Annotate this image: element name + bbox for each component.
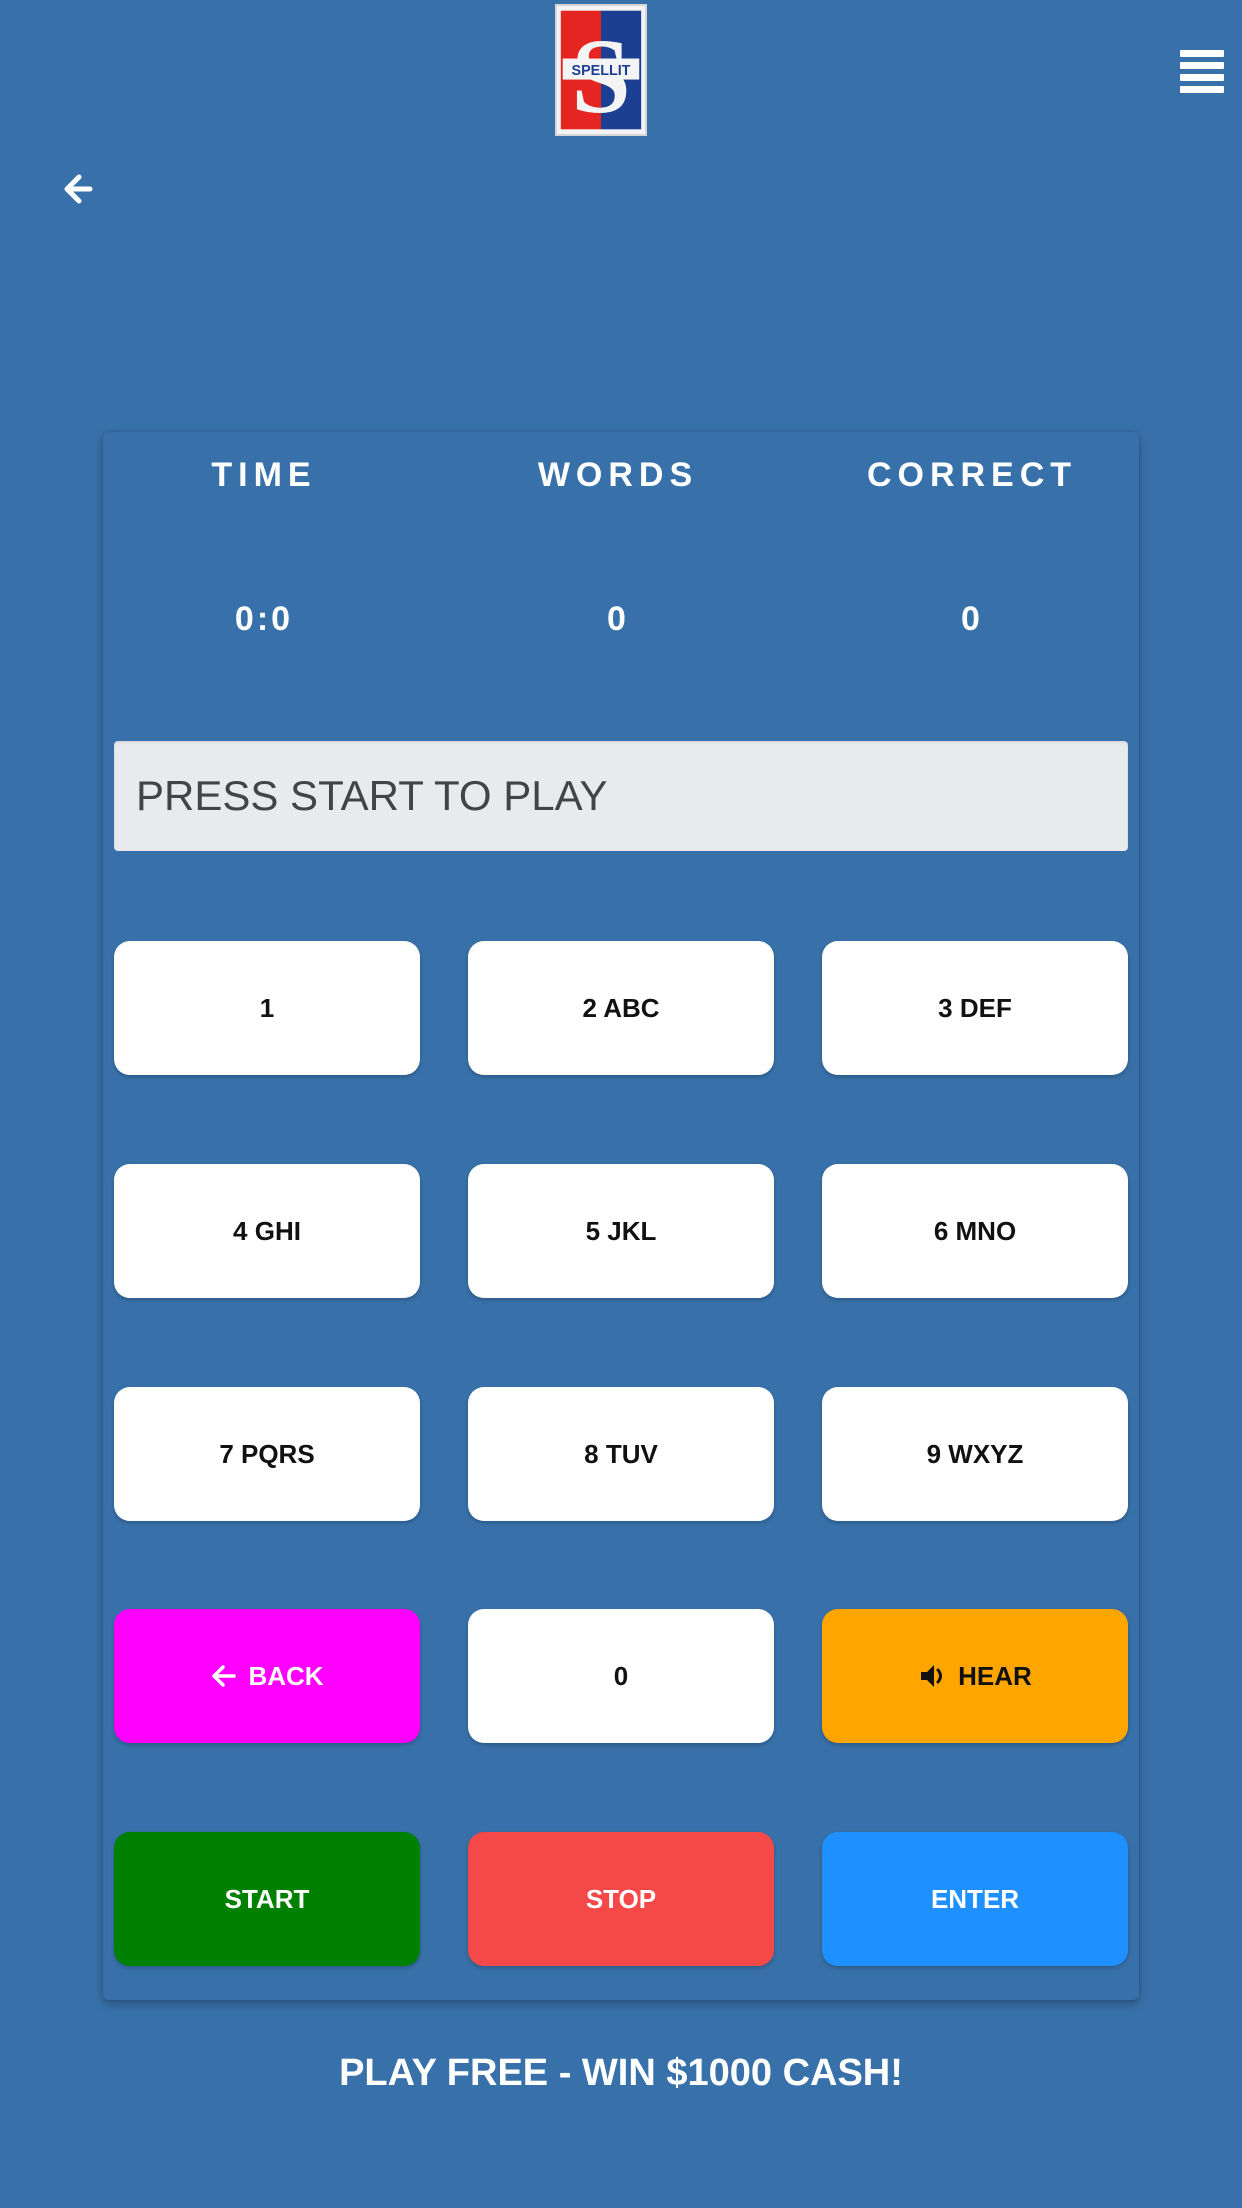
svg-text:SPELLIT: SPELLIT: [572, 63, 631, 79]
correct-value: 0: [961, 600, 983, 638]
key-9-button[interactable]: 9 WXYZ: [822, 1387, 1128, 1521]
menu-line: [1180, 74, 1224, 81]
key-1-button[interactable]: 1: [114, 941, 420, 1075]
hear-button[interactable]: HEAR: [822, 1609, 1128, 1743]
time-value: 0:0: [234, 600, 294, 638]
back-button[interactable]: BACK: [114, 1609, 420, 1743]
key-2-button[interactable]: 2 ABC: [468, 941, 774, 1075]
stop-button[interactable]: STOP: [468, 1832, 774, 1966]
key-3-button[interactable]: 3 DEF: [822, 941, 1128, 1075]
top-bar: S SPELLIT: [0, 0, 1242, 204]
back-button-label: BACK: [248, 1660, 324, 1691]
start-button[interactable]: START: [114, 1832, 420, 1966]
back-arrow-icon[interactable]: [60, 166, 100, 212]
menu-line: [1180, 86, 1224, 93]
correct-label: CORRECT: [866, 456, 1078, 494]
menu-line: [1180, 50, 1224, 57]
spellit-logo: S SPELLIT: [555, 4, 647, 136]
words-label: WORDS: [537, 456, 699, 494]
time-label: TIME: [211, 456, 317, 494]
key-6-button[interactable]: 6 MNO: [822, 1164, 1128, 1298]
menu-line: [1180, 62, 1224, 69]
speaker-icon: [918, 1661, 948, 1691]
key-0-button[interactable]: 0: [468, 1609, 774, 1743]
word-display: PRESS START TO PLAY: [114, 741, 1128, 851]
key-5-button[interactable]: 5 JKL: [468, 1164, 774, 1298]
promo-text: PLAY FREE - WIN $1000 CASH!: [339, 2052, 903, 2094]
hamburger-menu-icon[interactable]: [1180, 50, 1224, 102]
enter-button[interactable]: ENTER: [822, 1832, 1128, 1966]
key-4-button[interactable]: 4 GHI: [114, 1164, 420, 1298]
hear-button-label: HEAR: [958, 1660, 1032, 1691]
key-8-button[interactable]: 8 TUV: [468, 1387, 774, 1521]
key-7-button[interactable]: 7 PQRS: [114, 1387, 420, 1521]
arrow-left-icon: [210, 1662, 238, 1690]
words-value: 0: [607, 600, 629, 638]
